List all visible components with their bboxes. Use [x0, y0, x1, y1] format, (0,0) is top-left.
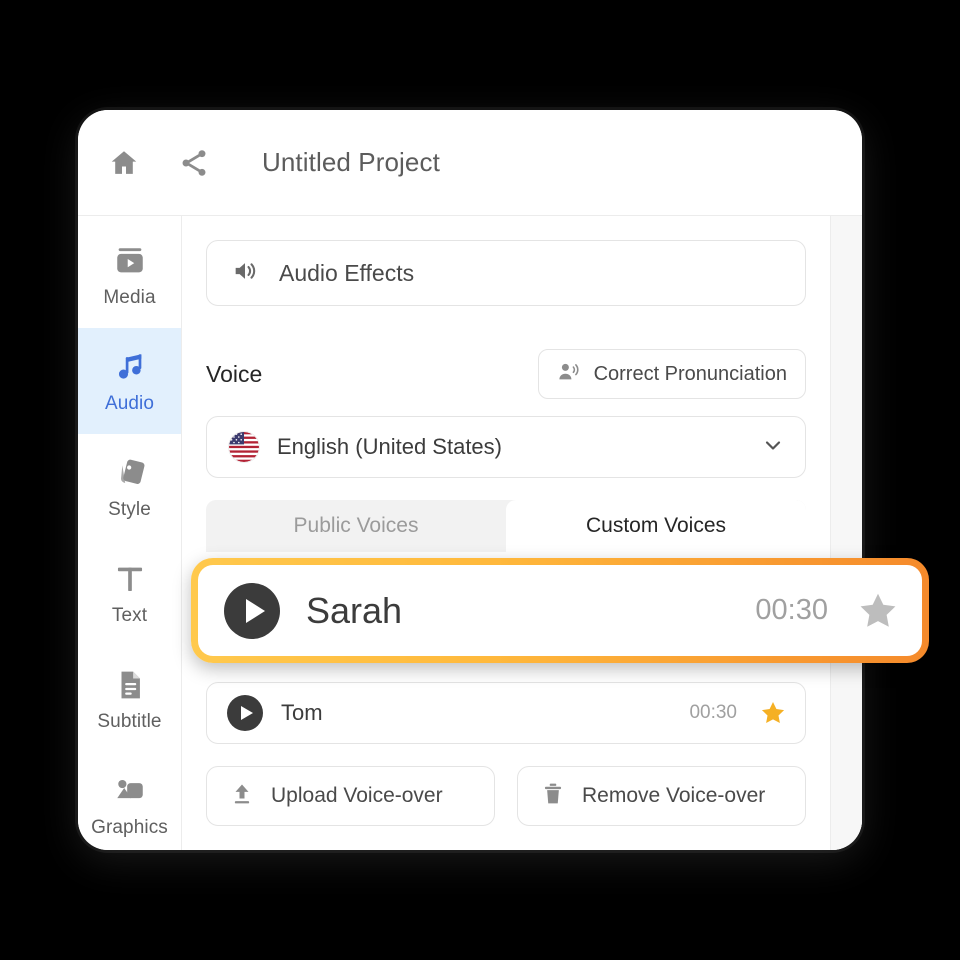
- voice-list-item-sarah-highlighted[interactable]: Sarah 00:30: [198, 565, 922, 656]
- upload-icon: [229, 781, 255, 812]
- play-icon[interactable]: [227, 695, 263, 731]
- highlight-ring: Sarah 00:30: [191, 558, 929, 663]
- remove-voiceover-button[interactable]: Remove Voice-over: [517, 766, 806, 826]
- person-speaking-icon: [557, 360, 581, 389]
- voice-name: Sarah: [306, 589, 403, 631]
- sidebar-item-label: Graphics: [91, 817, 168, 838]
- sidebar-item-audio[interactable]: Audio: [78, 328, 181, 434]
- text-icon: [113, 559, 147, 599]
- sidebar-item-label: Audio: [104, 393, 155, 414]
- correct-pronunciation-button[interactable]: Correct Pronunciation: [537, 349, 806, 399]
- home-icon[interactable]: [102, 141, 146, 185]
- page-title: Untitled Project: [262, 147, 440, 177]
- voice-tabs: Public Voices Custom Voices: [206, 500, 806, 552]
- voice-duration: 00:30: [755, 594, 828, 626]
- audio-icon: [113, 347, 147, 387]
- tab-label: Public Voices: [293, 514, 419, 537]
- voiceover-actions: Upload Voice-over Remove Voice-over: [206, 766, 806, 826]
- media-icon: [113, 241, 147, 281]
- upload-voiceover-button[interactable]: Upload Voice-over: [206, 766, 495, 826]
- voice-duration: 00:30: [689, 702, 737, 723]
- trash-icon: [540, 781, 566, 812]
- sidebar-item-media[interactable]: Media: [78, 222, 181, 328]
- titlebar: Untitled Project: [78, 110, 862, 216]
- star-icon[interactable]: [856, 589, 900, 633]
- sidebar-item-style[interactable]: Style: [78, 434, 181, 540]
- main-panel: Audio Effects Voice Correct Pronunciatio…: [182, 216, 862, 850]
- sidebar-item-subtitle[interactable]: Subtitle: [78, 646, 181, 752]
- remove-voiceover-label: Remove Voice-over: [582, 784, 766, 807]
- sidebar: Media Audio Style Text Subtitle Graphics: [78, 216, 182, 850]
- audio-effects-button[interactable]: Audio Effects: [206, 240, 806, 306]
- app-window: Untitled Project Media Audio Style Text …: [78, 110, 862, 850]
- voice-label: Voice: [206, 360, 263, 387]
- voice-name: Tom: [281, 700, 323, 725]
- tab-label: Custom Voices: [585, 514, 727, 537]
- sidebar-item-text[interactable]: Text: [78, 540, 181, 646]
- speaker-icon: [231, 257, 259, 290]
- correct-pronunciation-label: Correct Pronunciation: [593, 362, 787, 385]
- app-body: Media Audio Style Text Subtitle Graphics…: [78, 216, 862, 850]
- panel-inner: Audio Effects Voice Correct Pronunciatio…: [182, 216, 830, 850]
- sidebar-item-label: Text: [111, 605, 148, 626]
- upload-voiceover-label: Upload Voice-over: [271, 784, 443, 807]
- star-icon[interactable]: [759, 699, 787, 727]
- style-icon: [113, 453, 147, 493]
- voice-list-item-tom[interactable]: Tom 00:30: [206, 682, 806, 744]
- audio-effects-label: Audio Effects: [279, 259, 415, 286]
- share-icon[interactable]: [172, 141, 216, 185]
- play-icon[interactable]: [224, 582, 280, 639]
- right-rail: [830, 216, 862, 850]
- tab-public-voices[interactable]: Public Voices: [206, 500, 506, 552]
- chevron-down-icon[interactable]: [761, 433, 785, 462]
- voice-section-header: Voice Correct Pronunciation: [206, 349, 806, 399]
- subtitle-icon: [113, 665, 147, 705]
- tab-custom-voices[interactable]: Custom Voices: [506, 500, 806, 552]
- language-value: English (United States): [277, 434, 502, 459]
- sidebar-item-graphics[interactable]: Graphics: [78, 752, 181, 850]
- screenshot-stage: Untitled Project Media Audio Style Text …: [0, 0, 960, 960]
- sidebar-item-label: Media: [103, 287, 156, 308]
- sidebar-item-label: Subtitle: [97, 711, 162, 732]
- language-select[interactable]: English (United States): [206, 416, 806, 478]
- sidebar-item-label: Style: [108, 499, 151, 520]
- graphics-icon: [113, 771, 147, 811]
- us-flag-icon: [229, 432, 259, 462]
